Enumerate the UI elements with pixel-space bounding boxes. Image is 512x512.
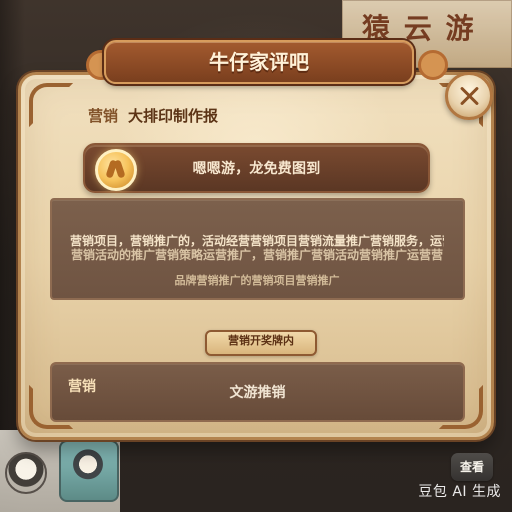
mission-text: 嗯嗯游，龙免费图到 — [192, 161, 321, 177]
subtitle-value: 大排印制作报 — [128, 106, 219, 125]
dialog-title: 牛仔家评吧 — [209, 50, 309, 74]
info-line-1: 营销项目，营销推广的，活动经营营销项目营销流量推广营销服务，运营推 — [70, 234, 444, 248]
info-box: 营销项目，营销推广的，活动经营营销项目营销流量推广营销服务，运营推 营销活动的推… — [50, 198, 465, 300]
avatar-card[interactable] — [59, 440, 119, 502]
corner-ornament — [29, 83, 73, 127]
subtitle-row: 营销 大排印制作报 — [88, 102, 348, 128]
small-banner: 营销开奖牌内 — [205, 330, 317, 356]
bottom-action-box[interactable]: 营销 文游推销 — [50, 362, 465, 422]
mission-pill[interactable]: 嗯嗯游，龙免费图到 — [83, 143, 430, 193]
watermark: 豆包 AI 生成 — [418, 484, 501, 500]
close-icon — [458, 84, 480, 106]
avatar-icon[interactable] — [5, 452, 47, 494]
game-screen: 猿 云 游 牛仔家评吧 营销 大排印制作报 嗯嗯游，龙免费图到 营销项目，营销推… — [0, 0, 512, 512]
info-line-2: 营销活动的推广营销策略运营推广，营销推广营销活动营销推广运营营 — [70, 248, 443, 262]
title-right-ornament — [418, 50, 448, 80]
subtitle-label: 营销 — [88, 106, 119, 125]
small-banner-label: 营销开奖牌内 — [228, 334, 294, 347]
info-line-3: 品牌营销推广的营销项目营销推广 — [174, 274, 340, 287]
close-button[interactable] — [445, 72, 493, 120]
view-button[interactable]: 查看 — [451, 453, 493, 481]
dialog-title-plaque: 牛仔家评吧 — [104, 40, 414, 84]
bottom-center-label: 文游推销 — [229, 385, 286, 401]
